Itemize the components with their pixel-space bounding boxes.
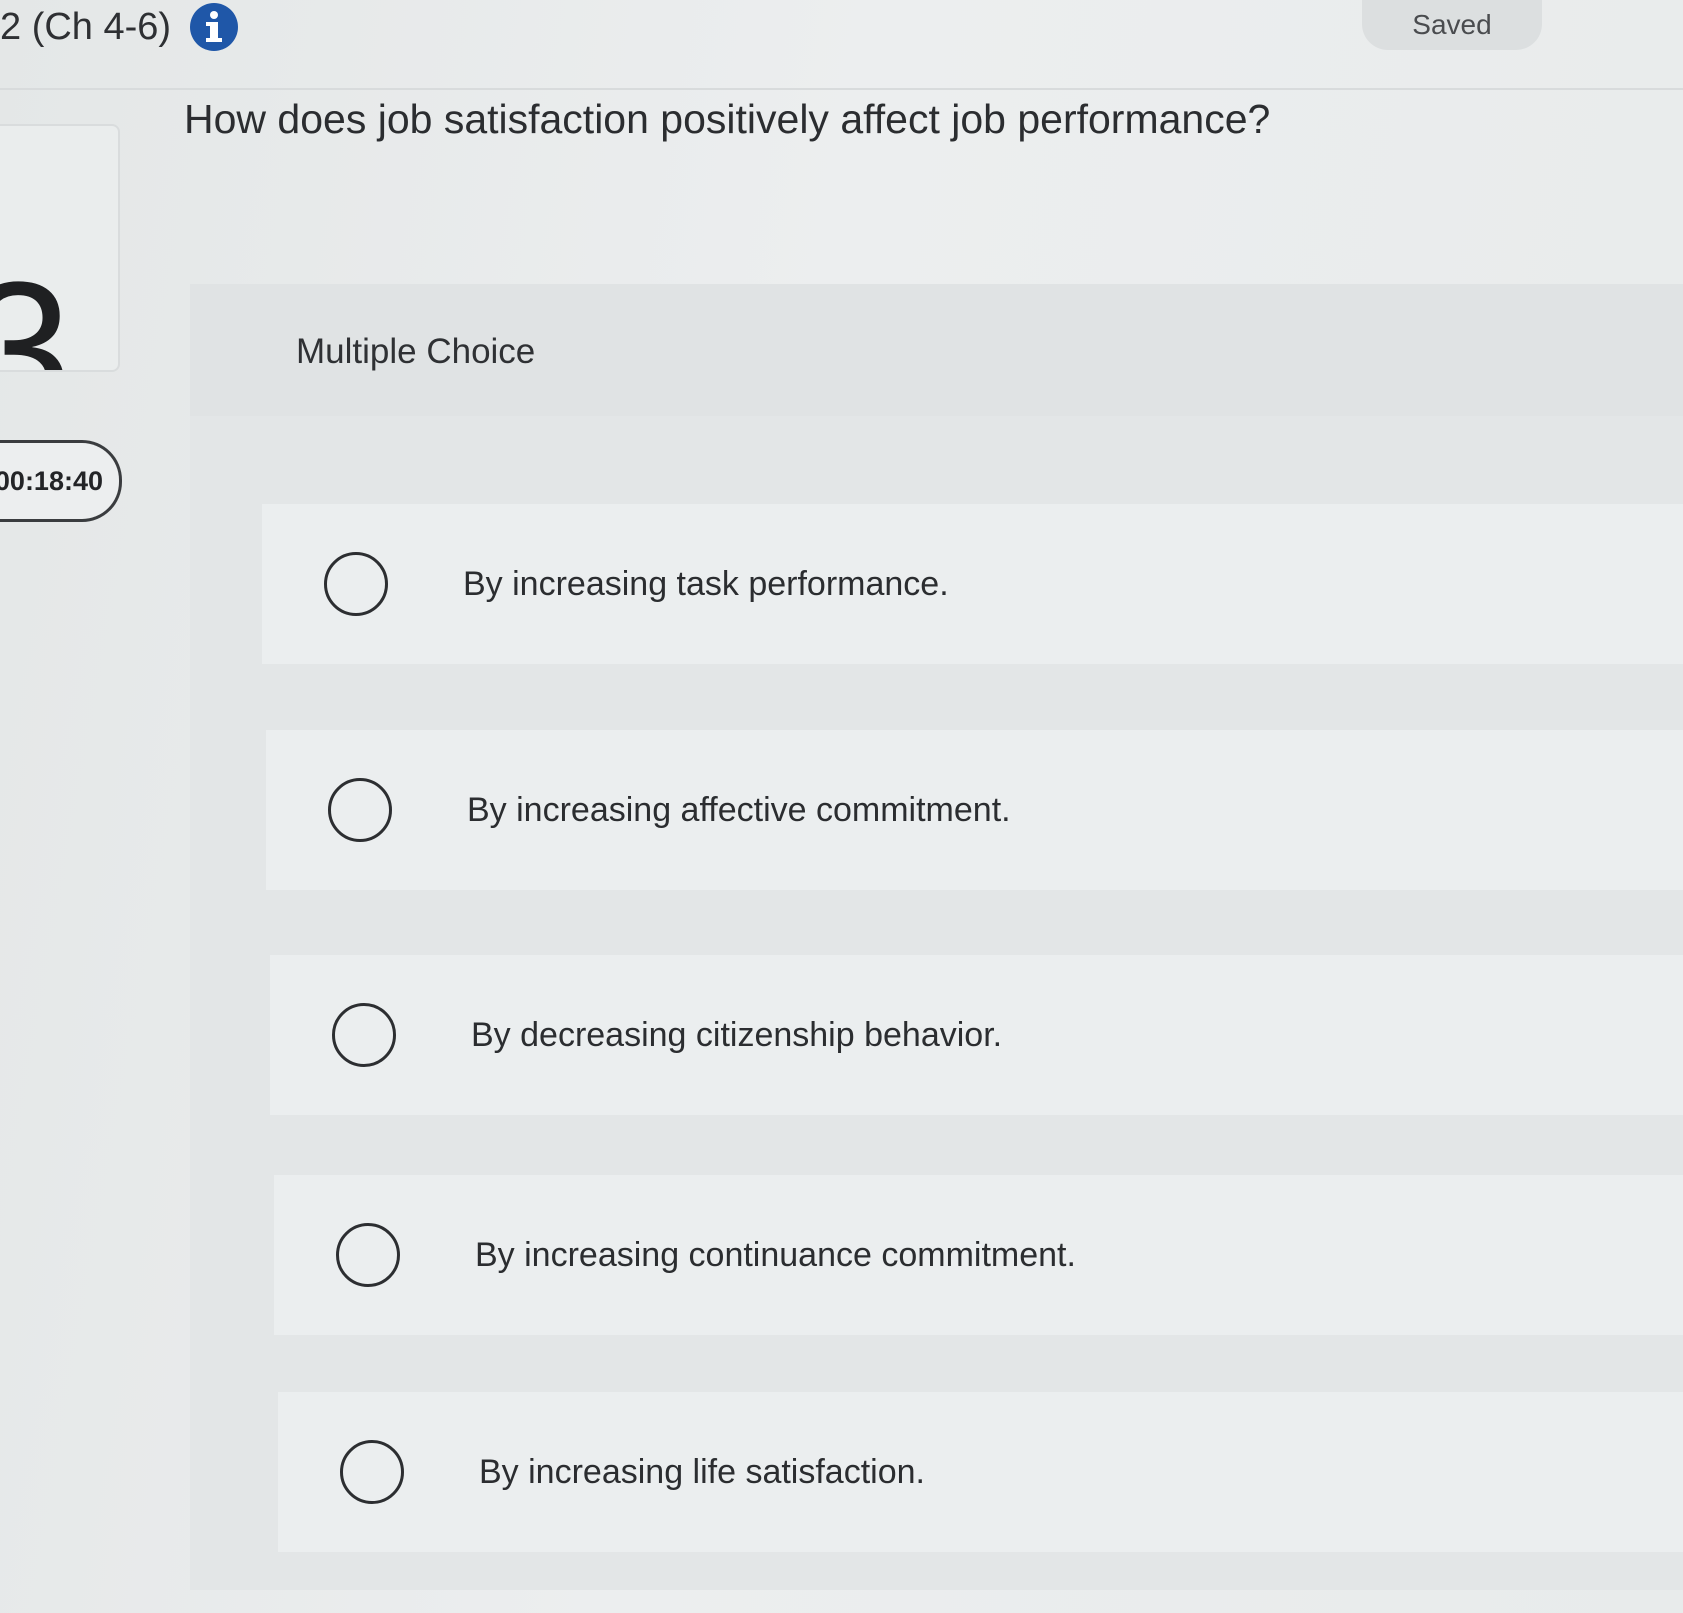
- choice-label: By increasing life satisfaction.: [479, 1452, 925, 1491]
- radio-button[interactable]: [336, 1223, 400, 1287]
- breadcrumb: 2 (Ch 4-6): [0, 0, 239, 54]
- timer: 00:18:40: [0, 440, 122, 522]
- choice-option-2[interactable]: By increasing affective commitment.: [266, 730, 1683, 890]
- radio-button[interactable]: [340, 1440, 404, 1504]
- question-number-card: 3: [0, 124, 120, 372]
- radio-button[interactable]: [324, 552, 388, 616]
- choice-label: By increasing continuance commitment.: [475, 1235, 1076, 1274]
- choice-option-4[interactable]: By increasing continuance commitment.: [274, 1175, 1683, 1335]
- header-divider: [0, 88, 1683, 90]
- choice-label: By decreasing citizenship behavior.: [471, 1015, 1003, 1054]
- choice-label: By increasing affective commitment.: [467, 790, 1011, 829]
- quiz-page: 2 (Ch 4-6) Saved 3 00:18:40 How does job…: [0, 0, 1683, 1613]
- question-number: 3: [0, 254, 72, 370]
- choice-option-1[interactable]: By increasing task performance.: [262, 504, 1683, 664]
- breadcrumb-label: 2 (Ch 4-6): [0, 5, 172, 48]
- question-type-label: Multiple Choice: [296, 332, 536, 371]
- radio-button[interactable]: [332, 1003, 396, 1067]
- saved-status-badge: Saved: [1362, 0, 1542, 50]
- choice-option-5[interactable]: By increasing life satisfaction.: [278, 1392, 1683, 1552]
- choice-label: By increasing task performance.: [463, 564, 949, 603]
- answer-panel-header: Multiple Choice: [190, 284, 1683, 416]
- question-text: How does job satisfaction positively aff…: [184, 96, 1271, 142]
- radio-button[interactable]: [328, 778, 392, 842]
- choice-option-3[interactable]: By decreasing citizenship behavior.: [270, 955, 1683, 1115]
- info-icon[interactable]: [189, 2, 239, 52]
- answer-panel: Multiple Choice By increasing task perfo…: [190, 284, 1683, 1590]
